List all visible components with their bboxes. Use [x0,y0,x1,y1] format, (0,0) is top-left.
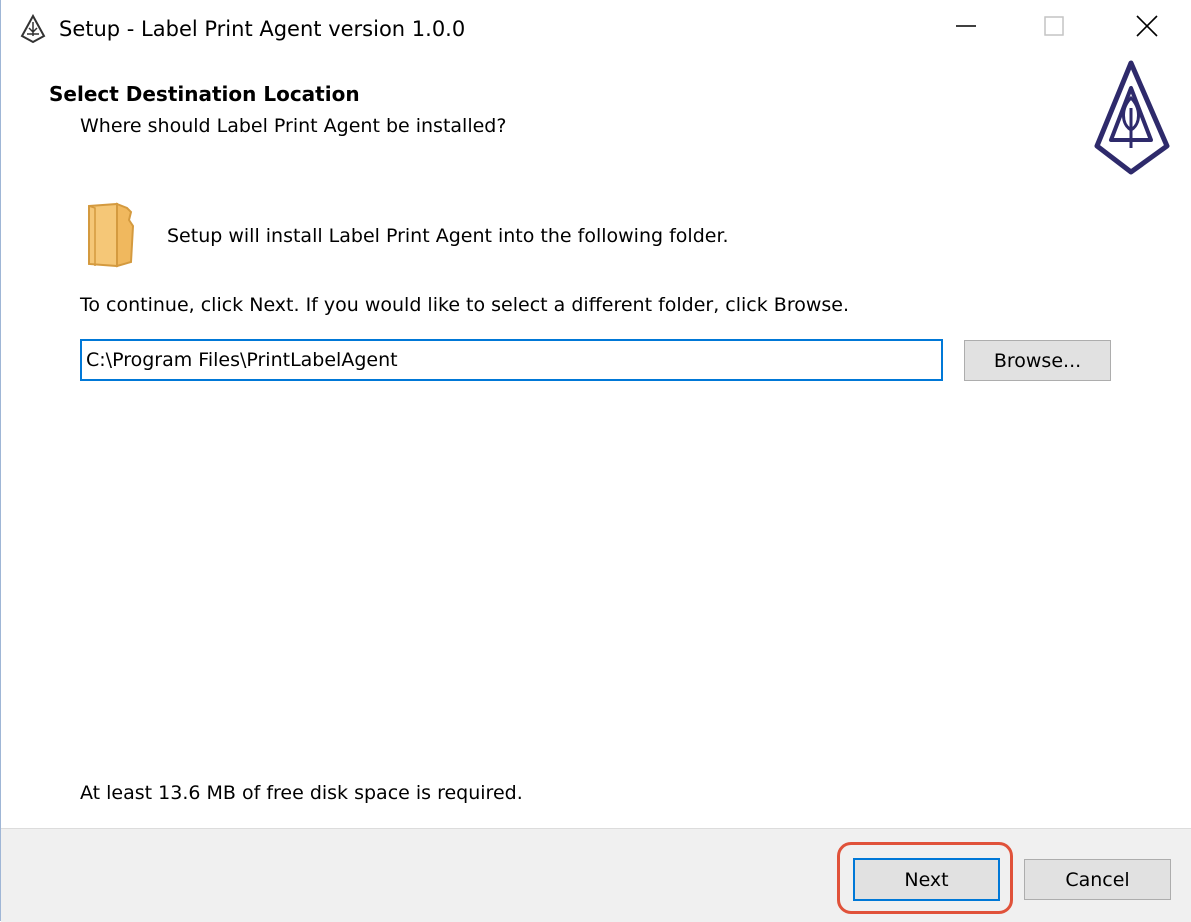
folder-icon [85,200,143,270]
maximize-icon [1043,15,1065,41]
next-button[interactable]: Next [853,858,1000,901]
continue-instructions: To continue, click Next. If you would li… [80,294,850,316]
install-info-text: Setup will install Label Print Agent int… [167,225,729,247]
close-button[interactable] [1118,0,1176,56]
minimize-button[interactable] [937,0,995,56]
disk-space-requirement: At least 13.6 MB of free disk space is r… [80,782,523,804]
tree-logo-icon [19,13,47,44]
browse-button[interactable]: Browse... [964,340,1111,381]
page-subtitle: Where should Label Print Agent be instal… [80,115,507,137]
destination-path-input[interactable] [80,339,943,381]
brand-logo-icon [1091,58,1175,178]
maximize-button [1025,0,1083,56]
setup-window: Setup - Label Print Agent version 1.0.0 … [0,0,1191,922]
title-bar[interactable]: Setup - Label Print Agent version 1.0.0 [1,0,1191,58]
close-icon [1135,14,1159,42]
page-title: Select Destination Location [49,82,360,106]
minimize-icon [955,15,977,41]
cancel-button[interactable]: Cancel [1024,859,1171,900]
window-title: Setup - Label Print Agent version 1.0.0 [59,17,466,41]
